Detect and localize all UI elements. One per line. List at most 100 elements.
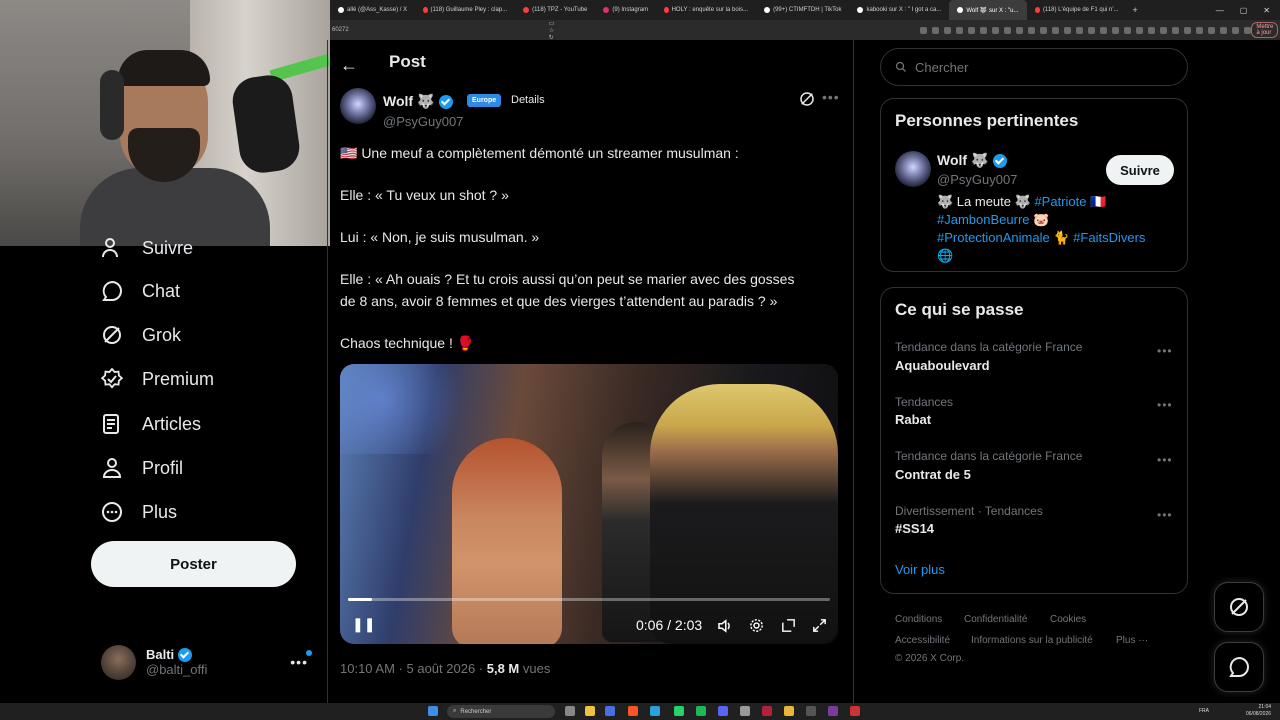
address-bar[interactable]: 60272 [332, 27, 349, 33]
pause-icon[interactable]: ❚❚ [352, 616, 375, 633]
nav-item-plus[interactable]: Plus [100, 500, 177, 524]
footer-link[interactable]: Confidentialité [964, 614, 1027, 625]
extension-icon[interactable] [1016, 26, 1024, 34]
browser-tab[interactable]: HOLY : enquête sur la bois... [656, 0, 756, 20]
extension-icon[interactable] [1136, 26, 1144, 34]
fullscreen-icon[interactable] [811, 617, 828, 634]
hashtag-link[interactable]: #Patriote [1034, 194, 1086, 209]
close-window-icon[interactable]: ✕ [1263, 6, 1270, 15]
extension-icon[interactable] [1148, 26, 1156, 34]
picture-in-picture-icon[interactable] [780, 617, 797, 634]
taskbar-clock[interactable]: 21:04 06/08/2026 [1246, 704, 1271, 718]
windows-start-icon[interactable] [428, 706, 438, 716]
extension-icon[interactable] [1064, 26, 1072, 34]
relevant-handle[interactable]: @PsyGuy007 [937, 172, 1017, 187]
video-progress-bar[interactable] [348, 598, 830, 601]
browser-tab[interactable]: (99+) CTIMFTDH | TikTok [756, 0, 849, 20]
extension-icon[interactable] [1244, 26, 1252, 34]
extension-icon[interactable] [1052, 26, 1060, 34]
relevant-name[interactable]: Wolf 🐺 [937, 152, 1008, 169]
extension-icon[interactable] [1160, 26, 1168, 34]
browser-tab[interactable]: (118) TPZ - YouTube [515, 0, 595, 20]
volume-icon[interactable] [716, 617, 734, 635]
footer-link[interactable]: Accessibilité [895, 635, 950, 646]
nav-item-follow[interactable]: Suivre [100, 236, 193, 260]
spotify-icon[interactable] [696, 706, 706, 716]
browser-tab[interactable]: (118) Guillaume Pley : clap... [415, 0, 515, 20]
task-view-icon[interactable] [565, 706, 575, 716]
more-icon[interactable]: ••• [1157, 453, 1173, 467]
footer-link[interactable]: Conditions [895, 614, 942, 625]
discord-icon[interactable] [718, 706, 728, 716]
extension-icon[interactable] [920, 26, 928, 34]
telegram-icon[interactable] [650, 706, 660, 716]
more-icon[interactable]: ••• [1157, 508, 1173, 522]
see-more-link[interactable]: Voir plus [895, 562, 945, 577]
nav-item-articles[interactable]: Articles [100, 412, 201, 436]
extension-icon[interactable] [992, 26, 1000, 34]
author-avatar[interactable] [340, 88, 376, 124]
app-icon[interactable] [850, 706, 860, 716]
account-switcher[interactable]: Balti @balti_offi ••• [101, 642, 316, 682]
chat-fab[interactable] [1214, 642, 1264, 692]
extension-icon[interactable] [968, 26, 976, 34]
minimize-icon[interactable]: — [1216, 6, 1224, 15]
hashtag-link[interactable]: #FaitsDivers [1073, 230, 1145, 245]
details-link[interactable]: Details [511, 94, 545, 106]
extension-icon[interactable] [1124, 26, 1132, 34]
more-icon[interactable]: ••• [290, 654, 308, 670]
browser-tab[interactable]: Wolf 🐺 sur X : "u... [949, 0, 1027, 20]
store-icon[interactable] [605, 706, 615, 716]
extension-icon[interactable] [1088, 26, 1096, 34]
browser-tab[interactable]: (9) Instagram [595, 0, 656, 20]
more-icon[interactable]: ••• [822, 89, 840, 105]
extension-icon[interactable] [1184, 26, 1192, 34]
hashtag-link[interactable]: #ProtectionAnimale [937, 230, 1050, 245]
extension-icon[interactable] [1232, 26, 1240, 34]
author-avatar[interactable] [895, 151, 931, 187]
extension-icon[interactable] [944, 26, 952, 34]
extension-icon[interactable] [1004, 26, 1012, 34]
file-explorer-icon[interactable] [585, 706, 595, 716]
app-icon[interactable] [806, 706, 816, 716]
extension-icon[interactable] [1040, 26, 1048, 34]
footer-link[interactable]: Informations sur la publicité [971, 635, 1093, 646]
footer-link[interactable]: Plus ··· [1116, 635, 1148, 646]
restore-icon[interactable]: ▢ [1240, 6, 1248, 15]
app-icon[interactable] [762, 706, 772, 716]
extension-icon[interactable] [932, 26, 940, 34]
chrome-icon[interactable] [784, 706, 794, 716]
extension-icon[interactable] [980, 26, 988, 34]
nav-item-grok[interactable]: Grok [100, 323, 181, 347]
whatsapp-icon[interactable] [674, 706, 684, 716]
app-icon[interactable] [740, 706, 750, 716]
grok-icon[interactable] [798, 90, 816, 108]
author-name[interactable]: Wolf 🐺 [383, 93, 454, 110]
settings-gear-icon[interactable] [748, 617, 765, 634]
nav-item-chat[interactable]: Chat [100, 279, 180, 303]
more-icon[interactable]: ••• [1157, 398, 1173, 412]
nav-item-profil[interactable]: Profil [100, 456, 183, 480]
nav-item-premium[interactable]: Premium [100, 367, 214, 391]
extension-icon[interactable] [1028, 26, 1036, 34]
extension-icon[interactable] [1220, 26, 1228, 34]
new-tab-button[interactable]: + [1127, 5, 1144, 15]
app-icon[interactable] [828, 706, 838, 716]
extension-icon[interactable] [1076, 26, 1084, 34]
browser-tab[interactable]: (118) L'équipe de F1 qui n'... [1027, 0, 1127, 20]
update-button[interactable]: Mettre à jour [1251, 22, 1279, 38]
taskbar-search[interactable]: ⌕ Rechercher [447, 705, 555, 718]
grok-fab[interactable] [1214, 582, 1264, 632]
extension-icon[interactable] [1208, 26, 1216, 34]
follow-button[interactable]: Suivre [1106, 155, 1174, 185]
extension-icon[interactable] [1172, 26, 1180, 34]
brave-icon[interactable] [628, 706, 638, 716]
browser-tab[interactable]: kabooki sur X : " I got a ca... [849, 0, 949, 20]
extension-icon[interactable] [1100, 26, 1108, 34]
browser-tab[interactable]: allé (@Ass_Kasse) / X [330, 0, 415, 20]
search-input[interactable]: Chercher [880, 48, 1188, 86]
video-player[interactable] [340, 364, 838, 644]
author-handle[interactable]: @PsyGuy007 [383, 114, 463, 129]
language-indicator[interactable]: FRA [1199, 708, 1209, 714]
extension-icon[interactable] [956, 26, 964, 34]
